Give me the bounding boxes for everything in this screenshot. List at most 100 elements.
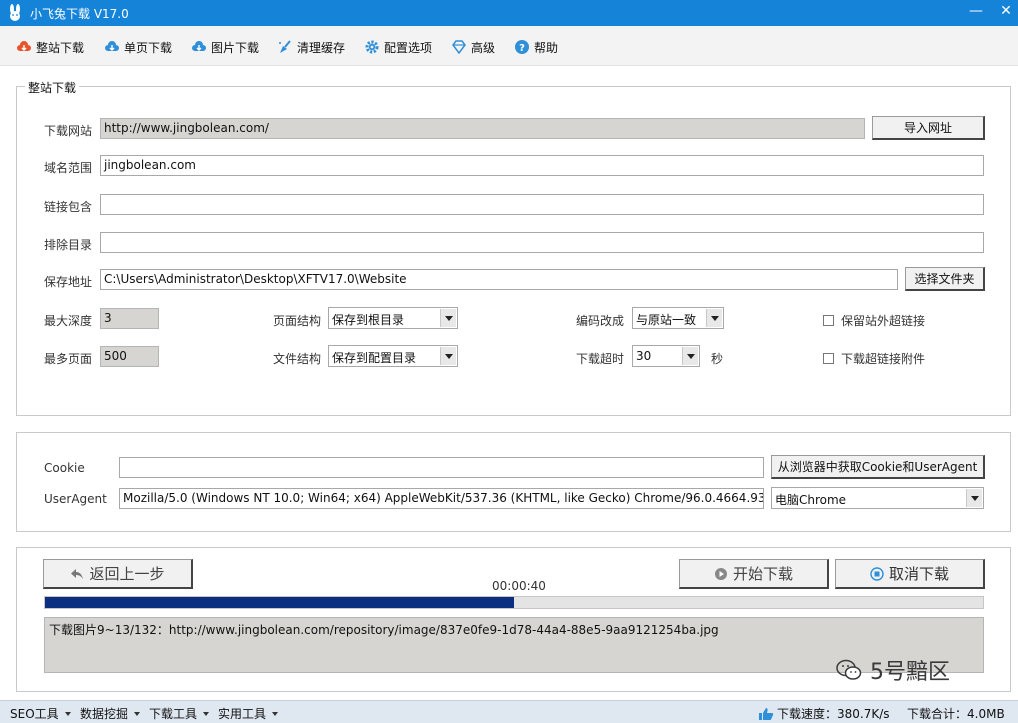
chevron-down-icon	[706, 309, 722, 327]
title-bar: 小飞兔下载 V17.0 — ✕	[0, 0, 1018, 26]
max-pages-label: 最多页面	[44, 352, 93, 366]
chevron-down-icon	[440, 309, 456, 327]
minimize-button[interactable]: —	[966, 3, 986, 19]
button-label: 返回上一步	[89, 565, 165, 583]
diamond-icon	[452, 40, 466, 55]
group-title: 整站下载	[25, 79, 80, 96]
download-progress-bar	[44, 596, 984, 609]
page-structure-label: 页面结构	[273, 314, 322, 328]
start-download-button[interactable]: 开始下载	[679, 559, 829, 589]
download-attachments-checkbox[interactable]: 下载超链接附件	[823, 350, 925, 367]
toolbar-site-download[interactable]: 整站下载	[16, 37, 84, 57]
menu-label: 下载工具	[149, 707, 198, 721]
toolbar-page-download[interactable]: 单页下载	[104, 37, 172, 57]
data-mining-menu[interactable]: 数据挖掘	[80, 705, 141, 722]
chevron-down-icon	[682, 347, 698, 365]
cookie-field[interactable]	[119, 457, 764, 478]
gear-icon	[365, 40, 379, 54]
save-path-label: 保存地址	[44, 275, 93, 289]
checkbox-box	[823, 315, 834, 326]
play-icon	[714, 567, 727, 580]
domain-label: 域名范围	[44, 161, 93, 175]
request-settings-group	[16, 432, 1011, 532]
url-field[interactable]: http://www.jingbolean.com/	[100, 118, 865, 139]
exclude-field[interactable]	[100, 232, 984, 253]
seo-tools-menu[interactable]: SEO工具	[10, 705, 71, 722]
timeout-select[interactable]: 30	[632, 345, 700, 367]
button-label: 开始下载	[732, 565, 793, 583]
toolbar-advanced[interactable]: 高级	[451, 37, 495, 57]
toolbar-help[interactable]: ? 帮助	[514, 37, 558, 57]
caret-down-icon	[203, 711, 210, 716]
max-pages-field[interactable]: 500	[100, 346, 159, 367]
get-cookie-useragent-button[interactable]: 从浏览器中获取Cookie和UserAgent	[771, 455, 985, 479]
cookie-label: Cookie	[44, 461, 85, 475]
download-total: 下载合计：4.0MB	[907, 705, 1005, 722]
toolbar-label: 帮助	[534, 40, 559, 55]
keep-external-links-checkbox[interactable]: 保留站外超链接	[823, 312, 925, 329]
page-download-icon	[105, 41, 119, 51]
include-label: 链接包含	[44, 200, 93, 214]
image-download-icon	[192, 41, 206, 51]
include-field[interactable]	[100, 194, 984, 215]
page-structure-select[interactable]: 保存到根目录	[328, 307, 458, 329]
checkbox-box	[823, 353, 834, 364]
toolbar-label: 清理缓存	[297, 40, 346, 55]
status-bar: SEO工具 数据挖掘 下载工具 实用工具 下载速度：380.7K/s 下载合计：…	[0, 700, 1018, 723]
window-title: 小飞兔下载 V17.0	[30, 7, 129, 21]
thumbs-up-icon	[759, 707, 774, 720]
back-arrow-icon	[71, 568, 84, 579]
menu-label: SEO工具	[10, 707, 59, 721]
select-value: 与原站一致	[636, 313, 697, 327]
broom-icon	[279, 40, 291, 53]
toolbar-clear-cache[interactable]: 清理缓存	[277, 37, 345, 57]
toolbar-label: 图片下载	[211, 40, 260, 55]
checkbox-label: 下载超链接附件	[841, 352, 926, 366]
timeout-label: 下载超时	[576, 352, 625, 366]
download-tools-menu[interactable]: 下载工具	[149, 705, 210, 722]
toolbar-label: 高级	[471, 40, 496, 55]
toolbar-label: 整站下载	[36, 40, 85, 55]
url-label: 下载网站	[44, 124, 93, 138]
utility-tools-menu[interactable]: 实用工具	[218, 705, 279, 722]
max-depth-field[interactable]: 3	[100, 308, 159, 329]
menu-label: 数据挖掘	[80, 707, 129, 721]
timeout-unit: 秒	[711, 352, 724, 366]
encoding-select[interactable]: 与原站一致	[632, 307, 724, 329]
save-path-field[interactable]: C:\Users\Administrator\Desktop\XFTV17.0\…	[100, 269, 898, 290]
elapsed-time: 00:00:40	[492, 579, 546, 593]
select-value: 30	[636, 349, 652, 363]
site-download-icon	[17, 41, 31, 51]
stop-icon	[870, 566, 884, 581]
wechat-icon	[836, 659, 862, 680]
cancel-download-button[interactable]: 取消下载	[835, 559, 985, 589]
watermark-text: 5号黯区	[870, 660, 950, 685]
svg-text:?: ?	[519, 43, 525, 54]
import-url-button[interactable]: 导入网址	[872, 116, 985, 140]
checkbox-label: 保留站外超链接	[841, 314, 926, 328]
rabbit-app-icon	[10, 4, 20, 21]
domain-field[interactable]: jingbolean.com	[100, 155, 984, 176]
choose-folder-button[interactable]: 选择文件夹	[905, 267, 985, 291]
close-button[interactable]: ✕	[996, 3, 1016, 19]
caret-down-icon	[64, 711, 71, 716]
useragent-preset-select[interactable]: 电脑Chrome	[771, 487, 984, 509]
toolbar-label: 单页下载	[124, 40, 173, 55]
toolbar-image-download[interactable]: 图片下载	[191, 37, 259, 57]
useragent-field[interactable]: Mozilla/5.0 (Windows NT 10.0; Win64; x64…	[119, 488, 764, 509]
chevron-down-icon	[966, 489, 982, 507]
progress-fill	[45, 597, 514, 608]
watermark: 5号黯区	[836, 654, 950, 686]
toolbar: 整站下载 单页下载 图片下载 清理缓存 配置选项 高级 ? 帮助	[0, 26, 1018, 66]
back-button[interactable]: 返回上一步	[43, 559, 193, 589]
useragent-label: UserAgent	[44, 492, 107, 506]
download-speed: 下载速度：380.7K/s	[758, 705, 890, 722]
total-text: 下载合计：4.0MB	[907, 707, 1005, 721]
speed-text: 下载速度：380.7K/s	[777, 707, 890, 721]
select-value: 电脑Chrome	[775, 493, 847, 507]
toolbar-label: 配置选项	[384, 40, 433, 55]
toolbar-settings[interactable]: 配置选项	[364, 37, 432, 57]
file-structure-select[interactable]: 保存到配置目录	[328, 345, 458, 367]
button-label: 取消下载	[888, 565, 949, 583]
exclude-label: 排除目录	[44, 238, 93, 252]
